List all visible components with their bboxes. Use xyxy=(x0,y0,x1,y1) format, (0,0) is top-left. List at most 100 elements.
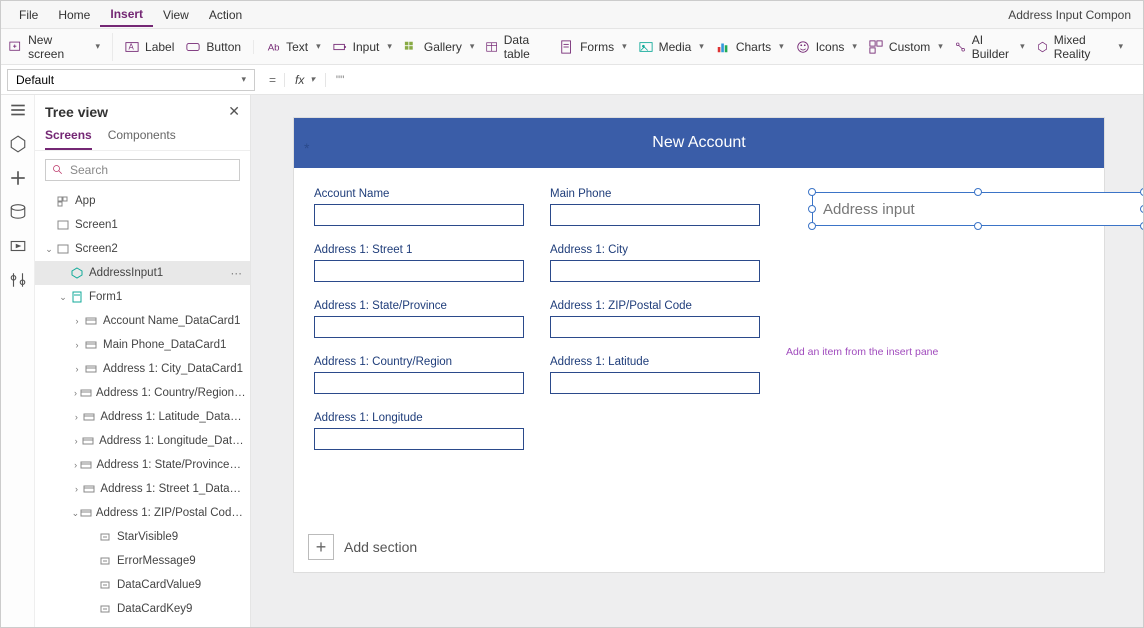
address-input-component[interactable]: Address input xyxy=(812,192,1143,226)
resize-handle[interactable] xyxy=(1140,222,1143,230)
tree-row[interactable]: ›?Canvas1 xyxy=(35,621,250,627)
data-icon[interactable] xyxy=(9,203,27,221)
tree-body[interactable]: AppScreen1⌄Screen2AddressInput1⋯⌄Form1›A… xyxy=(35,189,250,627)
form-field[interactable]: Address 1: State/Province xyxy=(314,300,524,338)
field-input[interactable] xyxy=(550,260,760,282)
plus-icon[interactable] xyxy=(9,169,27,187)
canvas-area[interactable]: New Account * Account NameMain PhoneAddr… xyxy=(251,95,1143,627)
hamburger-icon[interactable] xyxy=(9,101,27,119)
field-input[interactable] xyxy=(550,372,760,394)
fx-button[interactable]: fx▾ xyxy=(284,73,326,87)
resize-handle[interactable] xyxy=(974,222,982,230)
new-screen-icon xyxy=(9,40,22,54)
tree-row[interactable]: ›Address 1: Street 1_DataCard1 xyxy=(35,477,250,501)
input-icon xyxy=(333,40,347,54)
insert-hint: Add an item from the insert pane xyxy=(786,346,938,358)
field-input[interactable] xyxy=(550,204,760,226)
close-icon[interactable]: ✕ xyxy=(228,103,240,120)
field-input[interactable] xyxy=(314,260,524,282)
tree-row[interactable]: DataCardValue9 xyxy=(35,573,250,597)
resize-handle[interactable] xyxy=(808,188,816,196)
tree-row[interactable]: AddressInput1⋯ xyxy=(35,261,250,285)
button-button[interactable]: Button xyxy=(186,40,241,54)
tree-row[interactable]: ›Address 1: Longitude_DataCard1 xyxy=(35,429,250,453)
field-label: Address 1: Country/Region xyxy=(314,356,524,368)
field-input[interactable] xyxy=(314,372,524,394)
field-label: Address 1: State/Province xyxy=(314,300,524,312)
tree-row[interactable]: StarVisible9 xyxy=(35,525,250,549)
menu-file[interactable]: File xyxy=(9,4,48,26)
tree-row[interactable]: App xyxy=(35,189,250,213)
field-input[interactable] xyxy=(314,316,524,338)
form-field[interactable]: Main Phone xyxy=(550,188,760,226)
search-icon xyxy=(52,164,64,176)
tree-row[interactable]: ›Main Phone_DataCard1 xyxy=(35,333,250,357)
menu-action[interactable]: Action xyxy=(199,4,252,26)
tab-screens[interactable]: Screens xyxy=(45,128,92,150)
new-screen-button[interactable]: New screen▾ xyxy=(9,33,100,61)
ai-builder-button[interactable]: AI Builder▾ xyxy=(955,33,1025,61)
app-title: Address Input Compon xyxy=(1008,8,1135,22)
form-field[interactable]: Account Name xyxy=(314,188,524,226)
menu-view[interactable]: View xyxy=(153,4,199,26)
tree-row[interactable]: ›Address 1: Country/Region_DataCard1 xyxy=(35,381,250,405)
mixed-reality-icon xyxy=(1037,40,1048,54)
label-button[interactable]: A Label xyxy=(125,40,174,54)
gallery-button[interactable]: Gallery▾ xyxy=(404,40,475,54)
menu-insert[interactable]: Insert xyxy=(100,3,153,27)
tree-row[interactable]: Screen1 xyxy=(35,213,250,237)
input-button[interactable]: Input▾ xyxy=(333,40,392,54)
charts-button[interactable]: Charts▾ xyxy=(716,40,784,54)
media-button[interactable]: Media▾ xyxy=(639,40,704,54)
tree-row[interactable]: ›Address 1: City_DataCard1 xyxy=(35,357,250,381)
svg-text:Ab: Ab xyxy=(268,42,280,53)
tree-row[interactable]: ›Address 1: Latitude_DataCard1 xyxy=(35,405,250,429)
form-field[interactable]: Address 1: Longitude xyxy=(314,412,524,450)
data-table-button[interactable]: Data table xyxy=(486,33,548,61)
resize-handle[interactable] xyxy=(1140,205,1143,213)
tree-panel: Tree view ✕ Screens Components Search Ap… xyxy=(35,95,251,627)
form-field[interactable]: Address 1: Latitude xyxy=(550,356,760,394)
tree-row[interactable]: ›Address 1: State/Province_DataCard1 xyxy=(35,453,250,477)
resize-handle[interactable] xyxy=(974,188,982,196)
custom-icon xyxy=(869,40,883,54)
form-field[interactable]: Address 1: ZIP/Postal Code xyxy=(550,300,760,338)
field-input[interactable] xyxy=(314,204,524,226)
more-icon[interactable]: ⋯ xyxy=(227,266,247,280)
mixed-reality-button[interactable]: Mixed Reality▾ xyxy=(1037,33,1123,61)
text-button[interactable]: Ab Text▾ xyxy=(266,40,321,54)
field-input[interactable] xyxy=(314,428,524,450)
field-label: Address 1: Longitude xyxy=(314,412,524,424)
resize-handle[interactable] xyxy=(1140,188,1143,196)
field-label: Address 1: Latitude xyxy=(550,356,760,368)
media-rail-icon[interactable] xyxy=(9,237,27,255)
resize-handle[interactable] xyxy=(808,222,816,230)
form-field[interactable]: Address 1: City xyxy=(550,244,760,282)
data-table-icon xyxy=(486,40,497,54)
menu-home[interactable]: Home xyxy=(48,4,100,26)
icons-button[interactable]: Icons▾ xyxy=(796,40,857,54)
tree-row[interactable]: ⌄Screen2 xyxy=(35,237,250,261)
tree-row[interactable]: ›Account Name_DataCard1 xyxy=(35,309,250,333)
custom-button[interactable]: Custom▾ xyxy=(869,40,943,54)
tools-icon[interactable] xyxy=(9,271,27,289)
field-label: Address 1: ZIP/Postal Code xyxy=(550,300,760,312)
tree-icon[interactable] xyxy=(9,135,27,153)
tree-row[interactable]: DataCardKey9 xyxy=(35,597,250,621)
formula-input[interactable]: "" xyxy=(326,73,1143,87)
resize-handle[interactable] xyxy=(808,205,816,213)
forms-button[interactable]: Forms▾ xyxy=(560,40,627,54)
tab-components[interactable]: Components xyxy=(108,128,176,150)
field-label: Address 1: City xyxy=(550,244,760,256)
tree-row[interactable]: ErrorMessage9 xyxy=(35,549,250,573)
add-section-button[interactable]: + xyxy=(308,534,334,560)
field-input[interactable] xyxy=(550,316,760,338)
form-field[interactable]: Address 1: Country/Region xyxy=(314,356,524,394)
tree-row[interactable]: ⌄Form1 xyxy=(35,285,250,309)
property-selector[interactable]: Default▾ xyxy=(7,69,255,91)
menu-bar: File Home Insert View Action Address Inp… xyxy=(1,1,1143,29)
tree-row[interactable]: ⌄Address 1: ZIP/Postal Code_DataCard1 xyxy=(35,501,250,525)
form-field[interactable]: Address 1: Street 1 xyxy=(314,244,524,282)
screen-preview[interactable]: New Account * Account NameMain PhoneAddr… xyxy=(293,117,1105,573)
search-input[interactable]: Search xyxy=(45,159,240,181)
